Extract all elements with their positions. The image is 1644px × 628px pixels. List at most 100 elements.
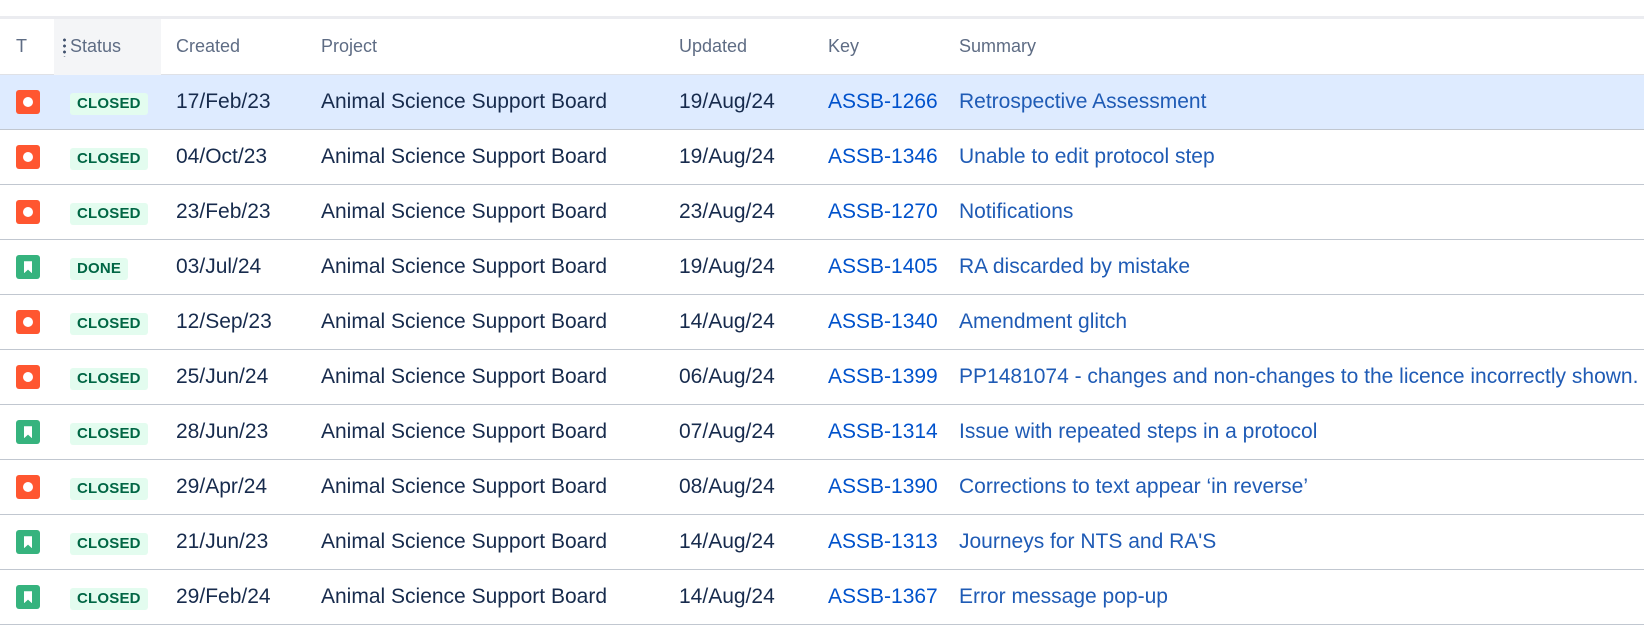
table-row[interactable]: CLOSED 17/Feb/23 Animal Science Support Bo… [0, 75, 1644, 130]
created-cell: 23/Feb/23 [176, 200, 271, 223]
project-cell: Animal Science Support Board [321, 475, 607, 498]
created-cell: 04/Oct/23 [176, 145, 268, 168]
summary-cell: Issue with repeated steps in a protocol [944, 420, 1644, 444]
table-body: CLOSED 17/Feb/23 Animal Science Support Bo… [0, 75, 1644, 625]
story-icon [16, 420, 40, 445]
issue-key-link[interactable]: ASSB-1390 [828, 475, 938, 498]
status-cell: CLOSED [54, 365, 161, 390]
bug-icon [16, 365, 40, 390]
created-cell: 12/Sep/23 [176, 310, 272, 333]
issue-key-link[interactable]: ASSB-1346 [828, 145, 938, 168]
project-cell: Animal Science Support Board [321, 200, 607, 223]
created-cell: 29/Feb/24 [176, 585, 271, 608]
summary-cell: Journeys for NTS and RA'S [944, 530, 1644, 554]
status-cell: CLOSED [54, 310, 161, 335]
status-badge: CLOSED [70, 367, 148, 390]
created-cell: 17/Feb/23 [176, 90, 271, 113]
type-cell [0, 365, 54, 390]
type-cell [0, 530, 54, 555]
type-cell [0, 255, 54, 280]
updated-cell: 07/Aug/24 [679, 420, 775, 443]
key-cell: ASSB-1340 [813, 310, 944, 334]
summary-cell: Unable to edit protocol step [944, 145, 1644, 169]
summary-cell: Retrospective Assessment [944, 90, 1644, 114]
issue-summary-link[interactable]: Issue with repeated steps in a protocol [959, 420, 1317, 443]
type-cell [0, 420, 54, 445]
issue-summary-link[interactable]: Journeys for NTS and RA'S [959, 530, 1216, 553]
project-cell: Animal Science Support Board [321, 420, 607, 443]
column-header-created[interactable]: Created [161, 19, 306, 75]
issue-summary-link[interactable]: Retrospective Assessment [959, 90, 1206, 113]
issue-summary-link[interactable]: Notifications [959, 200, 1073, 223]
summary-cell: Notifications [944, 200, 1644, 224]
key-cell: ASSB-1390 [813, 475, 944, 499]
issue-key-link[interactable]: ASSB-1270 [828, 200, 938, 223]
table-row[interactable]: CLOSED 28/Jun/23 Animal Science Support Bo… [0, 405, 1644, 460]
updated-cell: 23/Aug/24 [679, 200, 775, 223]
updated-cell: 14/Aug/24 [679, 585, 775, 608]
column-header-project[interactable]: Project [306, 19, 664, 75]
table-row[interactable]: CLOSED 29/Feb/24 Animal Science Support Bo… [0, 570, 1644, 625]
story-icon [16, 255, 40, 280]
status-cell: DONE [54, 255, 161, 280]
table-row[interactable]: CLOSED 04/Oct/23 Animal Science Support Bo… [0, 130, 1644, 185]
status-cell: CLOSED [54, 145, 161, 170]
status-badge: CLOSED [70, 92, 148, 115]
column-header-status-label: Status [70, 36, 122, 56]
issue-key-link[interactable]: ASSB-1266 [828, 90, 938, 113]
column-header-summary[interactable]: Summary [944, 19, 1644, 75]
column-header-updated[interactable]: Updated [664, 19, 813, 75]
status-cell: CLOSED [54, 420, 161, 445]
status-badge: CLOSED [70, 532, 148, 555]
issue-summary-link[interactable]: Unable to edit protocol step [959, 145, 1215, 168]
status-badge: CLOSED [70, 312, 148, 335]
updated-cell: 06/Aug/24 [679, 365, 775, 388]
updated-cell: 14/Aug/24 [679, 530, 775, 553]
issue-key-link[interactable]: ASSB-1399 [828, 365, 938, 388]
status-cell: CLOSED [54, 90, 161, 115]
issue-key-link[interactable]: ASSB-1405 [828, 255, 938, 278]
column-header-status[interactable]: Status [54, 18, 161, 75]
updated-cell: 14/Aug/24 [679, 310, 775, 333]
issue-summary-link[interactable]: Error message pop-up [959, 585, 1168, 608]
summary-cell: Corrections to text appear ‘in reverse’ [944, 475, 1644, 499]
key-cell: ASSB-1367 [813, 585, 944, 609]
table-row[interactable]: CLOSED 25/Jun/24 Animal Science Support Bo… [0, 350, 1644, 405]
issue-key-link[interactable]: ASSB-1340 [828, 310, 938, 333]
bug-icon [16, 310, 40, 335]
table-row[interactable]: CLOSED 21/Jun/23 Animal Science Support Bo… [0, 515, 1644, 570]
key-cell: ASSB-1313 [813, 530, 944, 554]
key-cell: ASSB-1266 [813, 90, 944, 114]
bug-icon [16, 200, 40, 225]
issue-key-link[interactable]: ASSB-1314 [828, 420, 938, 443]
issue-summary-link[interactable]: Corrections to text appear ‘in reverse’ [959, 475, 1308, 498]
project-cell: Animal Science Support Board [321, 255, 607, 278]
issue-summary-link[interactable]: Amendment glitch [959, 310, 1127, 333]
table-row[interactable]: CLOSED 23/Feb/23 Animal Science Support Bo… [0, 185, 1644, 240]
key-cell: ASSB-1405 [813, 255, 944, 279]
table-row[interactable]: DONE 03/Jul/24 Animal Science Support Boar… [0, 240, 1644, 295]
type-cell [0, 200, 54, 225]
table-row[interactable]: CLOSED 29/Apr/24 Animal Science Support Bo… [0, 460, 1644, 515]
project-cell: Animal Science Support Board [321, 90, 607, 113]
issue-summary-link[interactable]: PP1481074 - changes and non-changes to t… [959, 365, 1638, 388]
drag-handle-icon[interactable] [63, 36, 66, 57]
column-header-key[interactable]: Key [813, 19, 944, 75]
created-cell: 03/Jul/24 [176, 255, 262, 278]
project-cell: Animal Science Support Board [321, 530, 607, 553]
column-header-type[interactable]: T [0, 19, 54, 75]
issue-summary-link[interactable]: RA discarded by mistake [959, 255, 1190, 278]
key-cell: ASSB-1314 [813, 420, 944, 444]
issue-key-link[interactable]: ASSB-1367 [828, 585, 938, 608]
table-header: T Status Created Project Updated Key Sum… [0, 18, 1644, 75]
key-cell: ASSB-1399 [813, 365, 944, 389]
table-row[interactable]: CLOSED 12/Sep/23 Animal Science Support Bo… [0, 295, 1644, 350]
type-cell [0, 145, 54, 170]
created-cell: 25/Jun/24 [176, 365, 269, 388]
story-icon [16, 585, 40, 610]
created-cell: 29/Apr/24 [176, 475, 268, 498]
project-cell: Animal Science Support Board [321, 365, 607, 388]
status-badge: DONE [70, 257, 129, 280]
bug-icon [16, 145, 40, 170]
issue-key-link[interactable]: ASSB-1313 [828, 530, 938, 553]
